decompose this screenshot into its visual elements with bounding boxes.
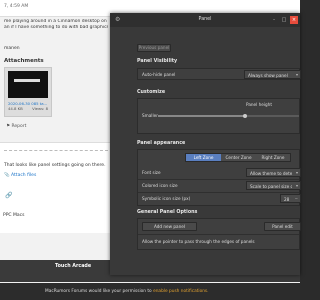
attachment-thumbnail[interactable] — [8, 71, 48, 98]
attachment-caption: 2020-06-30 085 ta... 44.8 KB Views: 8 — [8, 101, 48, 111]
reply-username[interactable]: PPC Macs — [3, 213, 24, 218]
enable-notifications-link[interactable]: enable push notifications. — [153, 289, 208, 294]
general-card: Add new panel Panel edit Allow the point… — [137, 218, 301, 250]
pointer-pass-label: Allow the pointer to pass through the ed… — [142, 239, 255, 244]
post-signature: manen — [4, 46, 20, 51]
minimize-button[interactable]: - — [270, 16, 278, 24]
reply-divider — [4, 150, 108, 151]
chevron-down-icon: ▾ — [295, 72, 298, 77]
maximize-button[interactable]: □ — [280, 16, 288, 24]
panel-height-slider-handle[interactable] — [243, 114, 248, 118]
attachment-size: 44.8 KB — [8, 106, 23, 111]
section-title-appearance: Panel appearance — [137, 141, 186, 146]
panel-edit-button[interactable]: Panel edit — [264, 222, 301, 231]
visibility-card: Auto-hide panel Always show panel ▾ — [137, 68, 301, 80]
appearance-card: Left Zone Center Zone Right Zone Font si… — [137, 149, 301, 206]
visibility-select[interactable]: Always show panel ▾ — [244, 70, 301, 79]
notification-text: MacRumors Forums would like your permiss… — [45, 289, 154, 294]
section-title-visibility: Panel Visibility — [137, 59, 178, 64]
panel-height-slider-fill — [158, 115, 246, 117]
post-line: an if I have something to do with bad gr… — [4, 25, 108, 30]
post-date: 7, 4:59 AM — [4, 4, 29, 9]
chevron-down-icon: ▾ — [295, 170, 298, 175]
post-body: me playing around in a Cinnamon desktop … — [4, 19, 108, 31]
section-title-customize: Customize — [137, 90, 166, 95]
attachment-card[interactable]: 2020-06-30 085 ta... 44.8 KB Views: 8 — [4, 67, 52, 117]
attachments-title: Attachments — [4, 58, 44, 64]
notification-banner: MacRumors Forums would like your permiss… — [0, 283, 300, 300]
site-link[interactable]: Touch Arcade — [55, 264, 91, 269]
smaller-label: Smaller — [142, 113, 158, 118]
attachment-views: Views: 8 — [32, 106, 48, 111]
add-new-panel-button[interactable]: Add new panel — [142, 222, 197, 231]
auto-hide-label: Auto-hide panel — [142, 72, 176, 77]
previous-panel-button[interactable]: Previous panel — [137, 44, 171, 52]
section-title-general: General Panel Options — [137, 210, 198, 215]
panel-height-label: Panel height — [246, 102, 272, 107]
attach-files-link[interactable]: 📎 Attach files — [4, 173, 36, 178]
divider — [138, 192, 299, 193]
colored-icon-size-value: Scale to panel size optimally — [250, 184, 292, 189]
attach-files-label: Attach files — [11, 173, 37, 178]
chevron-down-icon: ▾ — [295, 183, 298, 188]
font-size-label: Font size — [142, 170, 161, 175]
stepper-minus-icon[interactable]: − — [295, 196, 298, 201]
dialog-titlebar[interactable]: ⚙ Panel - □ × — [110, 13, 300, 27]
report-label: Report — [11, 124, 27, 129]
colored-icon-size-label: Colored icon size — [142, 183, 178, 188]
tab-center-zone[interactable]: Center Zone — [221, 154, 256, 161]
tab-left-zone[interactable]: Left Zone — [186, 154, 221, 161]
link-icon[interactable]: 🔗 — [5, 192, 12, 199]
customize-card: Panel height Smaller — [137, 98, 300, 134]
visibility-value: Always show panel — [248, 73, 288, 78]
divider — [138, 234, 299, 235]
panel-settings-dialog: ⚙ Panel - □ × Previous panel Panel Visib… — [110, 13, 301, 275]
symbolic-icon-size-label: Symbolic icon size (px) — [142, 196, 191, 201]
font-size-select[interactable]: Allow theme to determine Font size ▾ — [246, 168, 301, 177]
close-button[interactable]: × — [290, 16, 298, 24]
symbolic-icon-size-value: 28 — [284, 197, 290, 202]
notification-message: MacRumors Forums would like your permiss… — [45, 289, 209, 294]
zone-tabs: Left Zone Center Zone Right Zone — [185, 153, 291, 162]
report-link[interactable]: ⚑ Report — [6, 124, 26, 129]
divider — [138, 179, 299, 180]
reply-post: That looks like panel settings going on … — [0, 142, 110, 233]
symbolic-icon-size-stepper[interactable]: 28 − — [280, 194, 301, 203]
font-size-value: Allow theme to determine Font size — [250, 171, 292, 176]
colored-icon-size-select[interactable]: Scale to panel size optimally ▾ — [246, 181, 301, 190]
tab-right-zone[interactable]: Right Zone — [256, 154, 290, 161]
reply-text: That looks like panel settings going on … — [4, 163, 106, 168]
